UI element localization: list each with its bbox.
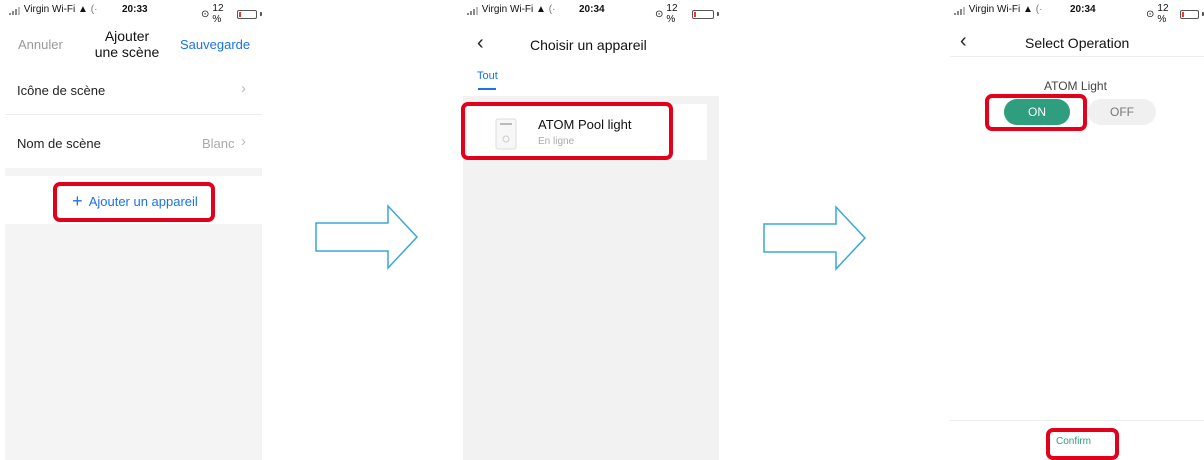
back-chevron-icon[interactable]: ‹ [960,30,967,53]
page-title: Choisir un appareil [530,37,647,53]
tab-all[interactable]: Tout [477,70,498,82]
orientation-lock-icon: ⊙ [1146,8,1155,20]
device-label: ATOM Light [1044,79,1107,93]
battery-percent: 12 % [1157,3,1169,25]
signal-icon [467,7,478,15]
carrier-label: Virgin Wi-Fi [23,4,76,15]
screen-select-operation: Virgin Wi-Fi ▲ (· 20:34 ⊙ 12 % ‹ Select … [950,0,1204,460]
loading-icon: (· [548,4,556,15]
battery-percent: 12 % [666,3,678,25]
battery-icon [236,9,258,19]
orientation-lock-icon: ⊙ [201,8,210,20]
clock: 20:34 [579,4,605,15]
tab-indicator [478,88,496,90]
loading-icon: (· [90,4,98,15]
orientation-lock-icon: ⊙ [655,8,664,20]
status-bar: Virgin Wi-Fi ▲ (· 20:33 ⊙ 12 % [5,0,262,25]
signal-icon [9,7,20,15]
footer-divider [950,420,1204,421]
highlight-confirm [1046,428,1119,460]
clock: 20:33 [122,4,148,15]
battery-percent: 12 % [212,3,224,25]
carrier-label: Virgin Wi-Fi [968,4,1021,15]
wifi-icon: ▲ [78,4,88,15]
battery-icon [692,9,715,19]
status-bar: Virgin Wi-Fi ▲ (· 20:34 ⊙ 12 % [950,0,1204,25]
loading-icon: (· [1035,4,1043,15]
save-button[interactable]: Sauvegarde [180,37,250,52]
empty-area [5,224,262,460]
clock: 20:34 [1070,4,1096,15]
screen-add-scene: Virgin Wi-Fi ▲ (· 20:33 ⊙ 12 % Annuler A… [5,0,262,460]
wifi-icon: ▲ [1023,4,1033,15]
header-divider [950,56,1204,57]
section-divider [5,168,262,176]
back-chevron-icon[interactable]: ‹ [477,32,484,55]
status-bar: Virgin Wi-Fi ▲ (· 20:34 ⊙ 12 % [463,0,719,25]
off-button[interactable]: OFF [1088,99,1156,125]
wifi-icon: ▲ [536,4,546,15]
highlight-add-device [53,182,215,222]
page-title: Select Operation [1025,35,1130,51]
arrow-right-icon [315,204,419,270]
battery-icon [1180,9,1200,19]
scene-name-label: Nom de scène [17,136,101,151]
signal-icon [954,7,965,15]
scene-icon-row[interactable]: Icône de scène › [5,66,262,115]
scene-name-value: Blanc [202,136,235,151]
scene-name-row[interactable]: Nom de scène Blanc › [5,118,262,166]
highlight-device [461,102,673,160]
page-title: Ajouter une scène [94,28,160,60]
highlight-on-button [985,94,1087,131]
cancel-button[interactable]: Annuler [18,37,63,52]
screen-choose-device: Virgin Wi-Fi ▲ (· 20:34 ⊙ 12 % ‹ Choisir… [463,0,719,460]
chevron-right-icon: › [241,133,246,150]
carrier-label: Virgin Wi-Fi [481,4,534,15]
arrow-right-icon [763,205,867,271]
scene-icon-label: Icône de scène [17,83,106,98]
chevron-right-icon: › [241,80,246,97]
